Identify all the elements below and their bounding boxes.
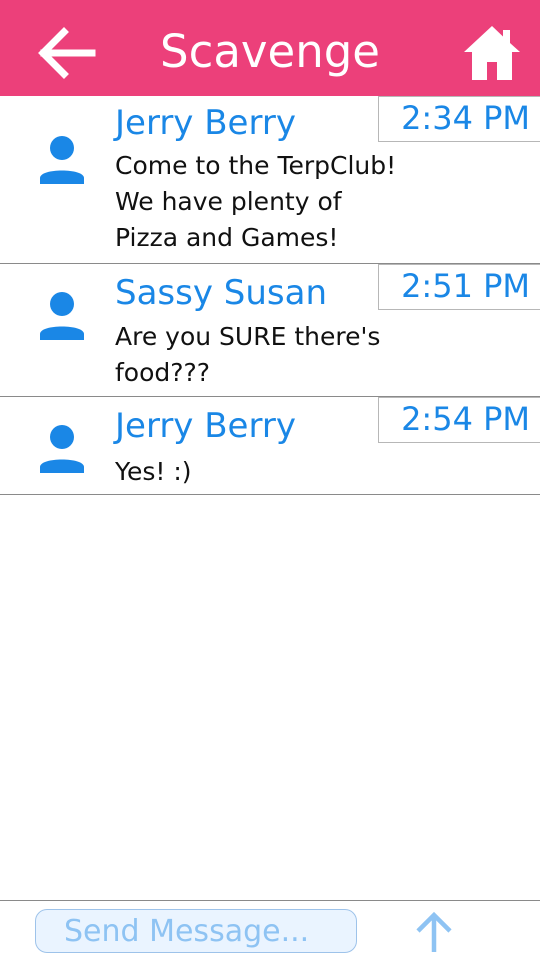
arrow-up-icon [416, 911, 452, 952]
app-header: Scavenge [0, 0, 540, 96]
send-button[interactable] [410, 910, 458, 954]
message-text: Yes! :) [115, 457, 192, 486]
message-item: Sassy Susan 2:51 PM Are you SURE there's… [0, 264, 540, 397]
message-sender: Jerry Berry [115, 103, 296, 143]
message-sender: Jerry Berry [115, 406, 296, 446]
message-item: Jerry Berry 2:34 PM Come to the TerpClub… [0, 96, 540, 264]
home-icon [464, 26, 520, 80]
message-text: Are you SURE there's food??? [115, 322, 381, 387]
app-screen: Scavenge Jerry Berry 2:34 PM Come to the… [0, 0, 540, 960]
home-button[interactable] [460, 22, 524, 84]
message-item: Jerry Berry 2:54 PM Yes! :) [0, 397, 540, 495]
message-time: 2:54 PM [378, 397, 540, 443]
send-message-input[interactable] [35, 909, 357, 953]
message-time: 2:51 PM [378, 264, 540, 310]
arrow-left-icon [38, 27, 96, 79]
message-sender: Sassy Susan [115, 273, 328, 313]
person-icon [40, 425, 84, 473]
person-icon [40, 292, 84, 340]
composer-divider [0, 900, 540, 901]
message-time: 2:34 PM [378, 96, 540, 142]
person-icon [40, 136, 84, 184]
back-button[interactable] [30, 22, 100, 84]
message-text: Come to the TerpClub! We have plenty of … [115, 151, 397, 252]
